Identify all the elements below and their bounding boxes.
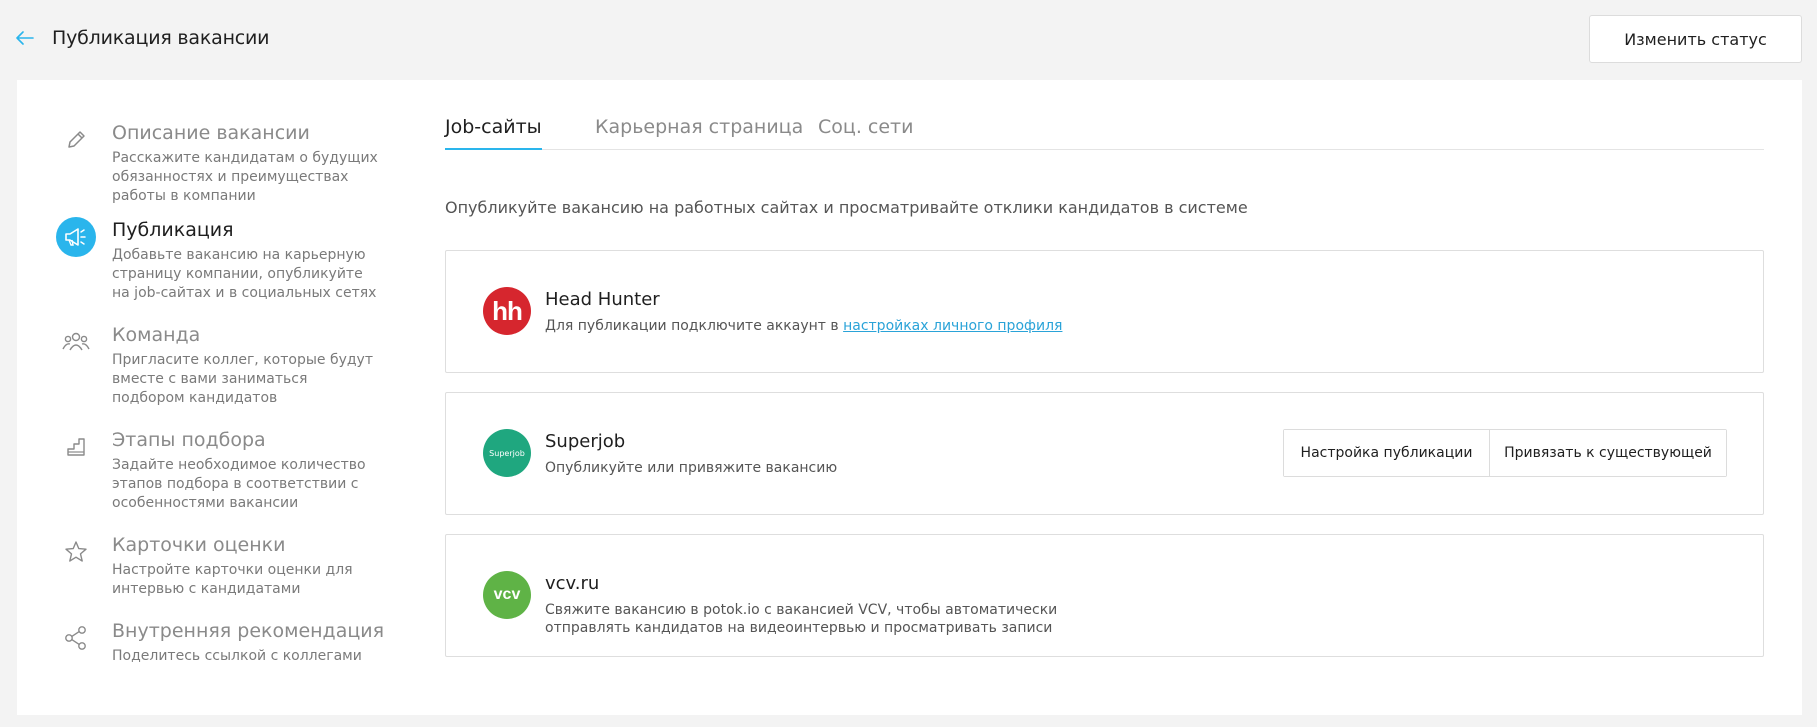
headhunter-logo-icon: hh [483, 287, 531, 335]
site-desc: Опубликуйте или привяжите вакансию [545, 460, 838, 476]
intro-text: Опубликуйте вакансию на работных сайтах … [445, 198, 1248, 217]
superjob-logo-icon: Superjob [483, 429, 531, 477]
sidebar-item-desc: Добавьте вакансию на карьерную страницу … [112, 247, 377, 301]
page-title: Публикация вакансии [52, 27, 270, 49]
vcv-logo-icon: vcv [483, 571, 531, 619]
site-desc-text: Для публикации подключите аккаунт в [545, 318, 844, 334]
profile-settings-link[interactable]: настройках личного профиля [843, 318, 1062, 334]
link-existing-button[interactable]: Привязать к существующей [1490, 430, 1726, 476]
sidebar-item-title: Карточки оценки [112, 534, 286, 556]
sidebar-item-referral[interactable]: Внутренняя рекомендация Поделитесь ссылк… [17, 618, 397, 678]
sidebar-item-desc: Поделитесь ссылкой с коллегами [112, 648, 362, 664]
back-arrow-icon[interactable] [13, 26, 37, 50]
sidebar-item-desc: Настройте карточки оценки для интервью с… [112, 562, 353, 597]
change-status-button[interactable]: Изменить статус [1589, 15, 1802, 63]
site-card-superjob: Superjob Superjob Опубликуйте или привяж… [445, 392, 1764, 515]
tab-social[interactable]: Соц. сети [818, 116, 913, 138]
share-icon [56, 618, 96, 658]
site-desc: Свяжите вакансию в potok.io с вакансией … [545, 601, 1145, 637]
site-name: vcv.ru [545, 573, 600, 594]
sidebar-item-title: Описание вакансии [112, 122, 310, 144]
site-desc: Для публикации подключите аккаунт в наст… [545, 317, 1145, 335]
sidebar-item-desc: Пригласите коллег, которые будут вместе … [112, 352, 373, 406]
tab-job-sites[interactable]: Job-сайты [445, 116, 542, 138]
site-name: Head Hunter [545, 289, 660, 310]
sidebar-item-title: Публикация [112, 219, 234, 241]
star-icon [56, 532, 96, 572]
pencil-icon [56, 120, 96, 160]
site-name: Superjob [545, 431, 626, 452]
main-card: Описание вакансии Расскажите кандидатам … [17, 80, 1802, 715]
sidebar-item-title: Команда [112, 324, 201, 346]
sidebar-item-team[interactable]: Команда Пригласите коллег, которые будут… [17, 322, 397, 412]
sidebar-item-desc: Расскажите кандидатам о будущих обязанно… [112, 150, 378, 204]
superjob-button-group: Настройка публикации Привязать к существ… [1283, 429, 1727, 477]
top-bar: Публикация вакансии Изменить статус [0, 0, 1817, 80]
site-card-vcv: vcv vcv.ru Свяжите вакансию в potok.io с… [445, 534, 1764, 657]
stairs-icon [56, 427, 96, 467]
sidebar-item-publication[interactable]: Публикация Добавьте вакансию на карьерну… [17, 217, 397, 307]
active-tab-underline [445, 148, 542, 150]
tab-career-page[interactable]: Карьерная страница [595, 116, 803, 138]
sidebar-item-stages[interactable]: Этапы подбора Задайте необходимое количе… [17, 427, 397, 517]
team-icon [56, 322, 96, 362]
sidebar-item-description[interactable]: Описание вакансии Расскажите кандидатам … [17, 120, 397, 210]
site-desc-line: Свяжите вакансию в potok.io с вакансией … [545, 602, 1058, 618]
megaphone-icon [56, 217, 96, 257]
sidebar-item-desc: Задайте необходимое количество этапов по… [112, 457, 366, 511]
sidebar-item-title: Внутренняя рекомендация [112, 620, 385, 642]
site-card-headhunter: hh Head Hunter Для публикации подключите… [445, 250, 1764, 373]
publication-settings-button[interactable]: Настройка публикации [1284, 430, 1490, 476]
site-desc-line: отправлять кандидатов на видеоинтервью и… [545, 620, 1053, 636]
sidebar-item-title: Этапы подбора [112, 429, 266, 451]
sidebar-item-scorecards[interactable]: Карточки оценки Настройте карточки оценк… [17, 532, 397, 602]
tab-bar: Job-сайты Карьерная страница Соц. сети [445, 102, 1764, 150]
